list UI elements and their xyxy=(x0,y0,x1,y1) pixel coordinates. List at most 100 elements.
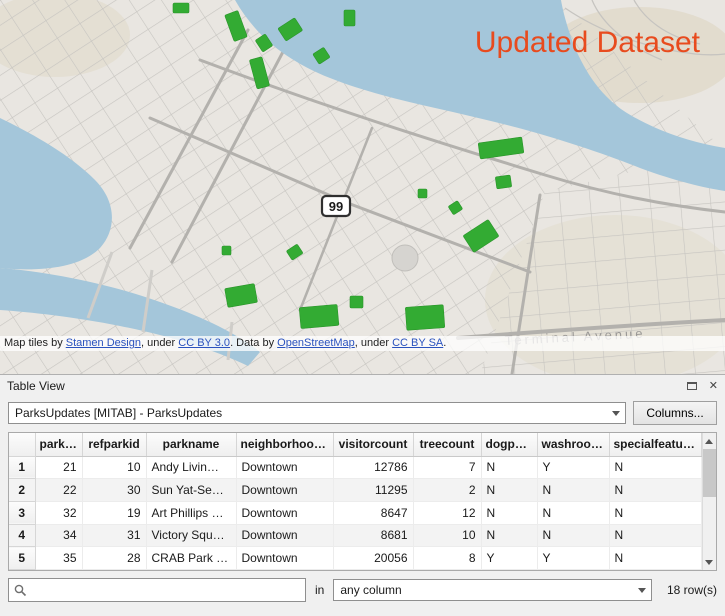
cell-neighborhoodname[interactable]: Downtown xyxy=(236,501,333,524)
cell-washrooms[interactable]: Y xyxy=(537,547,609,570)
column-header-parkname[interactable]: parkname xyxy=(146,433,236,456)
column-header-treecount[interactable]: treecount xyxy=(413,433,481,456)
table-header-row: parkid refparkid parkname neighborhoodna… xyxy=(9,433,701,456)
park-polygon xyxy=(405,305,445,331)
float-panel-icon[interactable] xyxy=(687,382,697,390)
updated-dataset-label: Updated Dataset xyxy=(475,26,701,59)
in-label: in xyxy=(313,583,326,597)
map-attribution: Map tiles by Stamen Design, under CC BY … xyxy=(0,336,725,351)
cell-visitorcount[interactable]: 8647 xyxy=(333,501,413,524)
cell-refparkid[interactable]: 28 xyxy=(82,547,146,570)
cell-treecount[interactable]: 8 xyxy=(413,547,481,570)
cell-parkid[interactable]: 35 xyxy=(35,547,82,570)
cell-specialfeatures[interactable]: N xyxy=(609,479,701,502)
column-header-washrooms[interactable]: washrooms xyxy=(537,433,609,456)
row-count-label: 18 row(s) xyxy=(667,583,717,597)
chevron-down-icon xyxy=(612,411,620,416)
corner-header[interactable] xyxy=(9,433,35,456)
row-number[interactable]: 3 xyxy=(9,501,35,524)
attribute-table: parkid refparkid parkname neighborhoodna… xyxy=(8,432,717,571)
table-search-input[interactable] xyxy=(32,583,300,597)
table-row: 1 21 10 Andy Livin… Downtown 12786 7 N Y… xyxy=(9,456,701,479)
column-header-refparkid[interactable]: refparkid xyxy=(82,433,146,456)
table-row: 3 32 19 Art Phillips … Downtown 8647 12 … xyxy=(9,501,701,524)
stadium-footprint xyxy=(392,245,418,271)
table-row: 2 22 30 Sun Yat-Se… Downtown 11295 2 N N… xyxy=(9,479,701,502)
cell-specialfeatures[interactable]: N xyxy=(609,547,701,570)
cell-neighborhoodname[interactable]: Downtown xyxy=(236,524,333,547)
cell-visitorcount[interactable]: 11295 xyxy=(333,479,413,502)
scrollbar-thumb[interactable] xyxy=(703,449,717,497)
cell-dogpark[interactable]: N xyxy=(481,479,537,502)
cell-visitorcount[interactable]: 8681 xyxy=(333,524,413,547)
cell-parkid[interactable]: 22 xyxy=(35,479,82,502)
highway-shield-label: 99 xyxy=(329,199,343,214)
cell-visitorcount[interactable]: 20056 xyxy=(333,547,413,570)
cell-specialfeatures[interactable]: N xyxy=(609,501,701,524)
cell-treecount[interactable]: 10 xyxy=(413,524,481,547)
close-panel-icon[interactable]: ✕ xyxy=(709,381,718,392)
column-header-neighborhoodname[interactable]: neighborhoodname xyxy=(236,433,333,456)
highway-shield: 99 xyxy=(322,196,350,216)
park-polygon xyxy=(418,189,427,198)
cell-refparkid[interactable]: 10 xyxy=(82,456,146,479)
cell-parkid[interactable]: 21 xyxy=(35,456,82,479)
row-number[interactable]: 5 xyxy=(9,547,35,570)
attribution-text: Map tiles by xyxy=(4,337,66,349)
cell-parkname[interactable]: Andy Livin… xyxy=(146,456,236,479)
scroll-up-button[interactable] xyxy=(703,433,717,449)
layer-selector-value: ParksUpdates [MITAB] - ParksUpdates xyxy=(15,406,222,420)
search-box[interactable] xyxy=(8,578,306,602)
cell-parkname[interactable]: Victory Squ… xyxy=(146,524,236,547)
cell-neighborhoodname[interactable]: Downtown xyxy=(236,547,333,570)
cell-treecount[interactable]: 2 xyxy=(413,479,481,502)
cell-parkname[interactable]: Art Phillips … xyxy=(146,501,236,524)
cell-visitorcount[interactable]: 12786 xyxy=(333,456,413,479)
panel-titlebar[interactable]: Table View ✕ xyxy=(0,375,725,397)
cell-specialfeatures[interactable]: N xyxy=(609,524,701,547)
cc-by-30-link[interactable]: CC BY 3.0 xyxy=(178,337,230,349)
cell-refparkid[interactable]: 19 xyxy=(82,501,146,524)
layer-selector[interactable]: ParksUpdates [MITAB] - ParksUpdates xyxy=(8,402,626,424)
scroll-up-icon xyxy=(705,439,713,444)
cell-dogpark[interactable]: N xyxy=(481,456,537,479)
scroll-down-button[interactable] xyxy=(703,554,717,570)
cell-parkid[interactable]: 34 xyxy=(35,524,82,547)
cell-parkname[interactable]: Sun Yat-Se… xyxy=(146,479,236,502)
cell-neighborhoodname[interactable]: Downtown xyxy=(236,456,333,479)
row-number[interactable]: 4 xyxy=(9,524,35,547)
row-number[interactable]: 1 xyxy=(9,456,35,479)
cell-dogpark[interactable]: N xyxy=(481,501,537,524)
openstreetmap-link[interactable]: OpenStreetMap xyxy=(277,337,355,349)
cell-washrooms[interactable]: Y xyxy=(537,456,609,479)
column-header-dogpark[interactable]: dogpark xyxy=(481,433,537,456)
cell-parkname[interactable]: CRAB Park … xyxy=(146,547,236,570)
stamen-design-link[interactable]: Stamen Design xyxy=(66,337,141,349)
cc-by-sa-link[interactable]: CC BY SA xyxy=(392,337,443,349)
cell-refparkid[interactable]: 30 xyxy=(82,479,146,502)
park-polygon xyxy=(350,296,363,308)
search-icon xyxy=(14,584,27,597)
column-header-visitorcount[interactable]: visitorcount xyxy=(333,433,413,456)
map-canvas[interactable]: 99 Terminal Avenue Updated Dataset Map t… xyxy=(0,0,725,374)
table-row: 4 34 31 Victory Squ… Downtown 8681 10 N … xyxy=(9,524,701,547)
columns-button[interactable]: Columns... xyxy=(633,401,717,425)
table-view-panel: Table View ✕ ParksUpdates [MITAB] - Park… xyxy=(0,374,725,616)
park-polygon xyxy=(344,10,355,26)
cell-dogpark[interactable]: Y xyxy=(481,547,537,570)
column-filter-select[interactable]: any column xyxy=(333,579,652,601)
vertical-scrollbar[interactable] xyxy=(702,433,717,570)
cell-treecount[interactable]: 7 xyxy=(413,456,481,479)
cell-dogpark[interactable]: N xyxy=(481,524,537,547)
column-header-specialfeatures[interactable]: specialfeatures xyxy=(609,433,701,456)
cell-washrooms[interactable]: N xyxy=(537,501,609,524)
cell-neighborhoodname[interactable]: Downtown xyxy=(236,479,333,502)
cell-refparkid[interactable]: 31 xyxy=(82,524,146,547)
cell-treecount[interactable]: 12 xyxy=(413,501,481,524)
cell-parkid[interactable]: 32 xyxy=(35,501,82,524)
cell-washrooms[interactable]: N xyxy=(537,524,609,547)
column-header-parkid[interactable]: parkid xyxy=(35,433,82,456)
cell-washrooms[interactable]: N xyxy=(537,479,609,502)
cell-specialfeatures[interactable]: N xyxy=(609,456,701,479)
row-number[interactable]: 2 xyxy=(9,479,35,502)
